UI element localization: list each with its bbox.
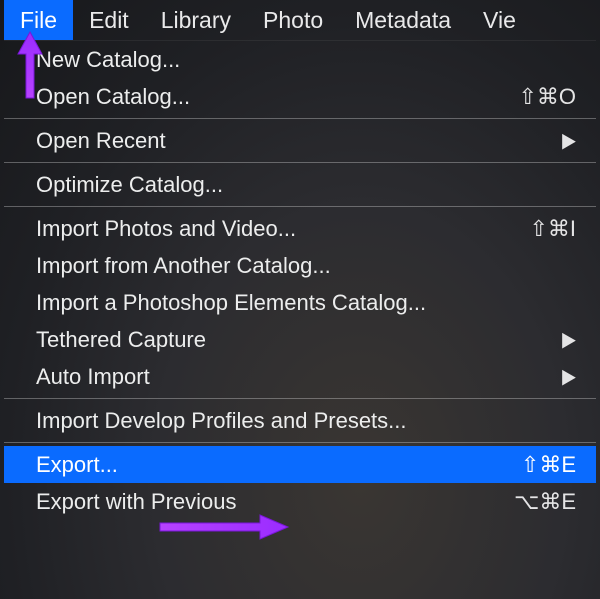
menubar-item-photo[interactable]: Photo (247, 0, 339, 40)
menubar-item-label: Edit (89, 7, 129, 34)
menubar-item-library[interactable]: Library (145, 0, 247, 40)
menu-item-label: Import from Another Catalog... (36, 253, 576, 279)
chevron-right-icon: ▶ (562, 128, 576, 152)
menu-separator (4, 206, 596, 207)
file-menu-dropdown: New Catalog... Open Catalog... ⇧⌘O Open … (4, 40, 596, 520)
menu-item-open-catalog[interactable]: Open Catalog... ⇧⌘O (4, 78, 596, 115)
menu-item-new-catalog[interactable]: New Catalog... (4, 41, 596, 78)
menu-item-label: Open Catalog... (36, 84, 508, 110)
menu-item-auto-import[interactable]: Auto Import ▶ (4, 358, 596, 395)
menu-separator (4, 398, 596, 399)
menu-item-label: Import Photos and Video... (36, 216, 519, 242)
menubar-item-edit[interactable]: Edit (73, 0, 145, 40)
menubar-item-file[interactable]: File (4, 0, 73, 40)
menu-item-export[interactable]: Export... ⇧⌘E (4, 446, 596, 483)
menu-item-open-recent[interactable]: Open Recent ▶ (4, 122, 596, 159)
menu-item-label: Export... (36, 452, 511, 478)
menu-item-label: Open Recent (36, 128, 552, 154)
menubar-item-label: File (20, 7, 57, 34)
menubar-item-label: Vie (483, 7, 516, 34)
menu-item-shortcut: ⌥⌘E (514, 489, 576, 515)
menu-item-import-from-another-catalog[interactable]: Import from Another Catalog... (4, 247, 596, 284)
menu-item-shortcut: ⇧⌘O (518, 84, 576, 110)
menu-item-import-develop-profiles[interactable]: Import Develop Profiles and Presets... (4, 402, 596, 439)
menu-item-label: New Catalog... (36, 47, 576, 73)
chevron-right-icon: ▶ (562, 327, 576, 351)
menu-item-shortcut: ⇧⌘E (521, 452, 576, 478)
menubar-item-label: Photo (263, 7, 323, 34)
menu-item-import-photos-video[interactable]: Import Photos and Video... ⇧⌘I (4, 210, 596, 247)
menu-item-optimize-catalog[interactable]: Optimize Catalog... (4, 166, 596, 203)
menu-item-label: Optimize Catalog... (36, 172, 576, 198)
menu-item-shortcut: ⇧⌘I (529, 216, 576, 242)
menu-item-label: Import Develop Profiles and Presets... (36, 408, 576, 434)
menu-item-tethered-capture[interactable]: Tethered Capture ▶ (4, 321, 596, 358)
menu-item-label: Import a Photoshop Elements Catalog... (36, 290, 576, 316)
menu-separator (4, 118, 596, 119)
menu-item-export-with-previous[interactable]: Export with Previous ⌥⌘E (4, 483, 596, 520)
menu-item-import-pse-catalog[interactable]: Import a Photoshop Elements Catalog... (4, 284, 596, 321)
menubar-item-label: Metadata (355, 7, 451, 34)
menu-item-label: Tethered Capture (36, 327, 552, 353)
menubar-item-metadata[interactable]: Metadata (339, 0, 467, 40)
menubar-item-label: Library (161, 7, 231, 34)
menubar: File Edit Library Photo Metadata Vie (0, 0, 600, 40)
chevron-right-icon: ▶ (562, 364, 576, 388)
menu-item-label: Export with Previous (36, 489, 504, 515)
menu-separator (4, 162, 596, 163)
menu-separator (4, 442, 596, 443)
menubar-item-view-truncated[interactable]: Vie (467, 0, 532, 40)
menu-item-label: Auto Import (36, 364, 552, 390)
